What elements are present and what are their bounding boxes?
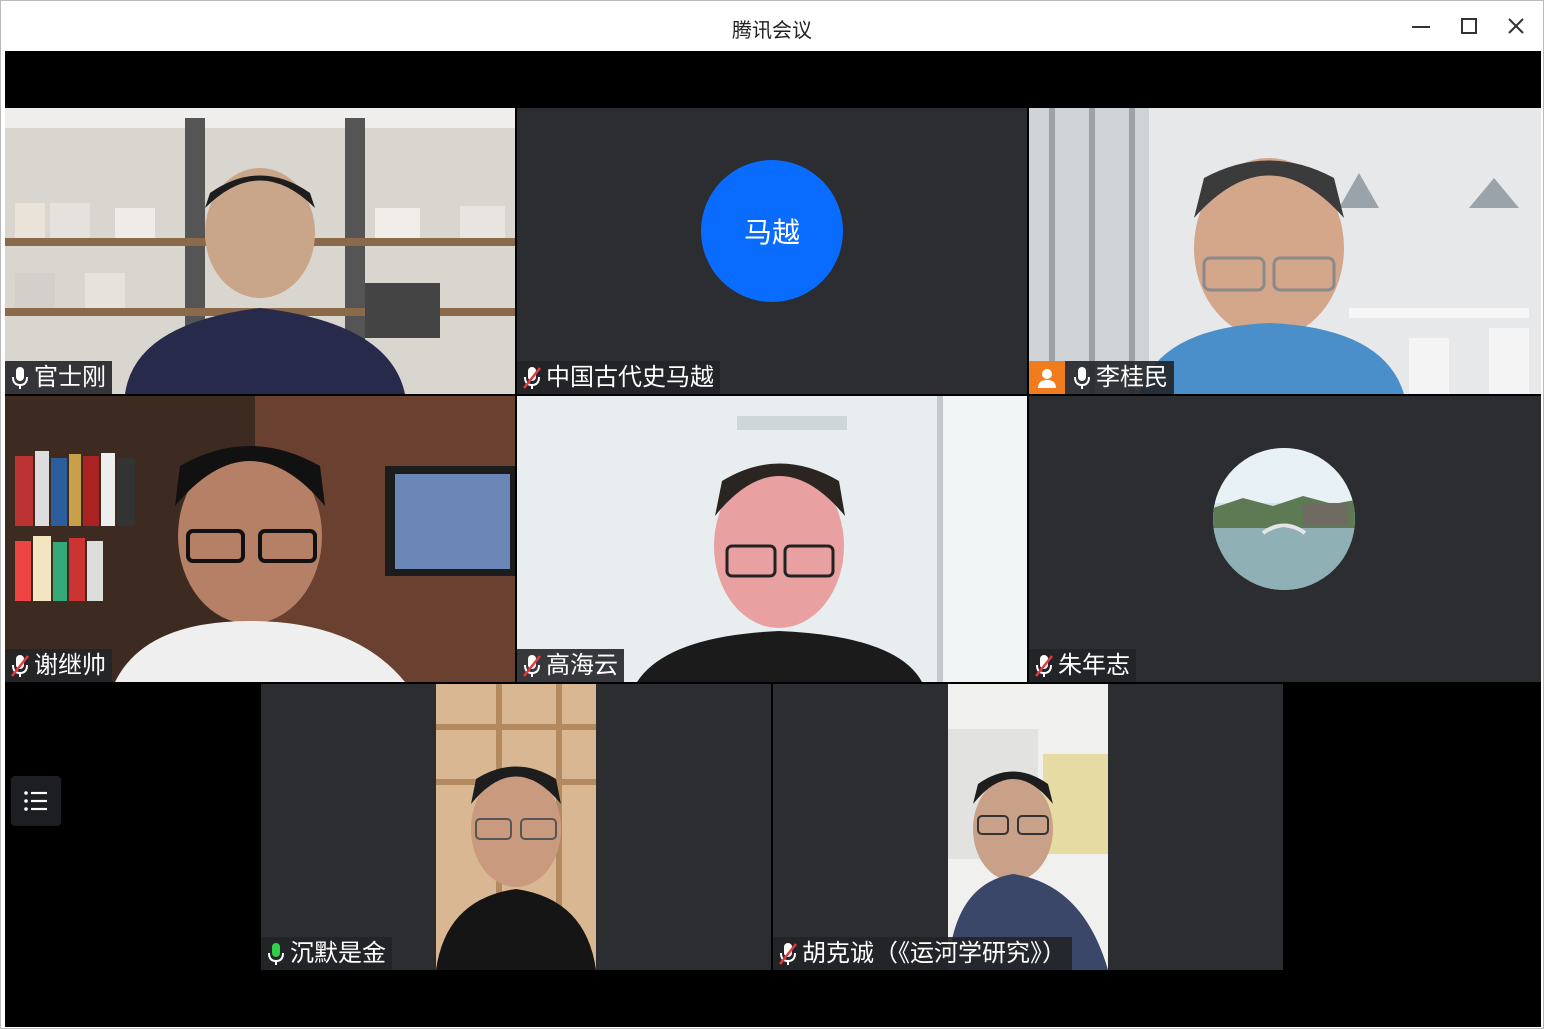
- minimize-icon[interactable]: [1406, 11, 1436, 41]
- name-tag: 胡克诚（《运河学研究》）: [773, 937, 1072, 970]
- video-tile-4[interactable]: 谢继帅: [5, 396, 515, 682]
- mic-muted-icon: [1035, 654, 1053, 677]
- title-bar: 腾讯会议: [1, 1, 1543, 51]
- mic-muted-icon: [523, 366, 541, 389]
- participant-name: 李桂民: [1096, 363, 1168, 391]
- window-title: 腾讯会议: [732, 18, 812, 42]
- participant-name: 胡克诚（《运河学研究》）: [802, 939, 1066, 967]
- video-grid: 官士刚 马越 中国古代史马越 李桂民 谢继帅 高海云 朱年志 沉默是金 胡克诚（…: [5, 51, 1541, 1027]
- video-tile-3[interactable]: 李桂民: [1029, 108, 1541, 394]
- participant-list-button[interactable]: [11, 776, 61, 826]
- name-tag: 高海云: [517, 649, 624, 682]
- participant-name: 沉默是金: [290, 939, 386, 967]
- microphone-icon: [1074, 366, 1090, 389]
- name-tag: 官士刚: [5, 361, 112, 394]
- participant-name: 高海云: [546, 651, 618, 679]
- name-tag: 朱年志: [1029, 649, 1136, 682]
- meeting-window: 腾讯会议 官士刚 马越 中国古代史马越 李桂民 谢继帅 高海云 朱年志 沉默是金…: [0, 0, 1544, 1029]
- mic-speaking-icon: [268, 942, 284, 965]
- video-tile-1[interactable]: 官士刚: [5, 108, 515, 394]
- close-icon[interactable]: [1501, 11, 1531, 41]
- participant-video: [1029, 108, 1541, 394]
- list-icon: [24, 791, 47, 811]
- mic-muted-icon: [11, 654, 29, 677]
- participant-video: [948, 684, 1108, 970]
- landscape-avatar-image: [1213, 448, 1355, 590]
- video-tile-5[interactable]: 高海云: [517, 396, 1027, 682]
- host-icon: [1029, 361, 1065, 394]
- avatar: 马越: [701, 160, 843, 302]
- participant-name: 官士刚: [34, 363, 106, 391]
- participant-video: [5, 396, 515, 682]
- participant-name: 中国古代史马越: [546, 363, 714, 391]
- mic-muted-icon: [779, 942, 797, 965]
- name-tag: 沉默是金: [261, 937, 392, 970]
- video-tile-7[interactable]: 沉默是金: [261, 684, 771, 970]
- participant-name: 朱年志: [1058, 651, 1130, 679]
- mic-muted-icon: [523, 654, 541, 677]
- name-tag: 李桂民: [1029, 361, 1174, 394]
- microphone-icon: [12, 366, 28, 389]
- video-tile-2[interactable]: 马越 中国古代史马越: [517, 108, 1027, 394]
- avatar: [1213, 448, 1355, 590]
- participant-name: 谢继帅: [34, 651, 106, 679]
- name-tag: 中国古代史马越: [517, 361, 720, 394]
- video-tile-6[interactable]: 朱年志: [1029, 396, 1541, 682]
- participant-video: [436, 684, 596, 970]
- video-tile-8[interactable]: 胡克诚（《运河学研究》）: [773, 684, 1283, 970]
- participant-video: [517, 396, 1027, 682]
- avatar-initials: 马越: [743, 216, 800, 249]
- name-tag: 谢继帅: [5, 649, 112, 682]
- maximize-icon[interactable]: [1454, 11, 1484, 41]
- participant-video: [5, 108, 515, 394]
